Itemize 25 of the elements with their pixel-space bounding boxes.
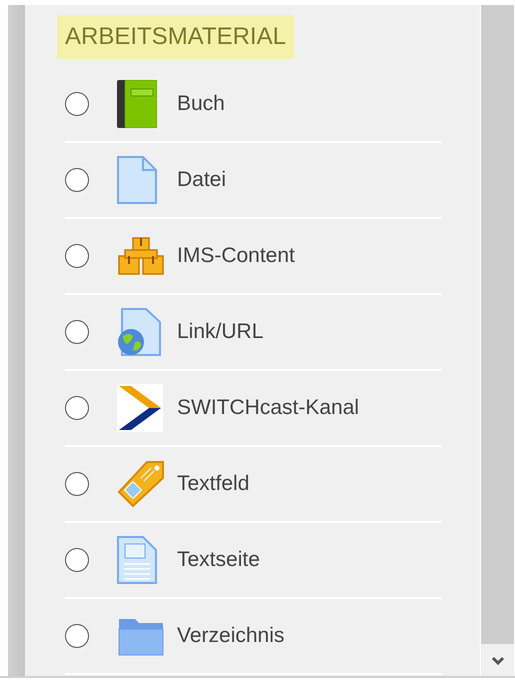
radio-button[interactable] [65, 320, 89, 344]
radio-button[interactable] [65, 168, 89, 192]
tag-icon [117, 460, 165, 508]
activity-label[interactable]: Buch [177, 92, 225, 116]
radio-button[interactable] [65, 472, 89, 496]
activity-label[interactable]: Verzeichnis [177, 624, 284, 648]
radio-button[interactable] [65, 396, 89, 420]
activity-label[interactable]: SWITCHcast-Kanal [177, 396, 360, 420]
activity-label[interactable]: IMS-Content [177, 244, 295, 268]
section-heading: ARBEITSMATERIAL [57, 15, 294, 59]
text-page-icon [117, 536, 157, 584]
arrow-logo-icon [117, 384, 163, 432]
book-icon [117, 80, 157, 128]
boxes-icon [117, 236, 165, 276]
file-icon [117, 156, 157, 204]
activity-label[interactable]: Link/URL [177, 320, 264, 344]
globe-document-icon [117, 308, 161, 356]
activity-label[interactable]: Textseite [177, 548, 260, 572]
activity-label[interactable]: Datei [177, 168, 226, 192]
radio-button[interactable] [65, 92, 89, 116]
activity-label[interactable]: Textfeld [177, 472, 250, 496]
radio-button[interactable] [65, 624, 89, 648]
radio-button[interactable] [65, 244, 89, 268]
scrollbar-thumb[interactable] [481, 5, 514, 644]
radio-button[interactable] [65, 548, 89, 572]
